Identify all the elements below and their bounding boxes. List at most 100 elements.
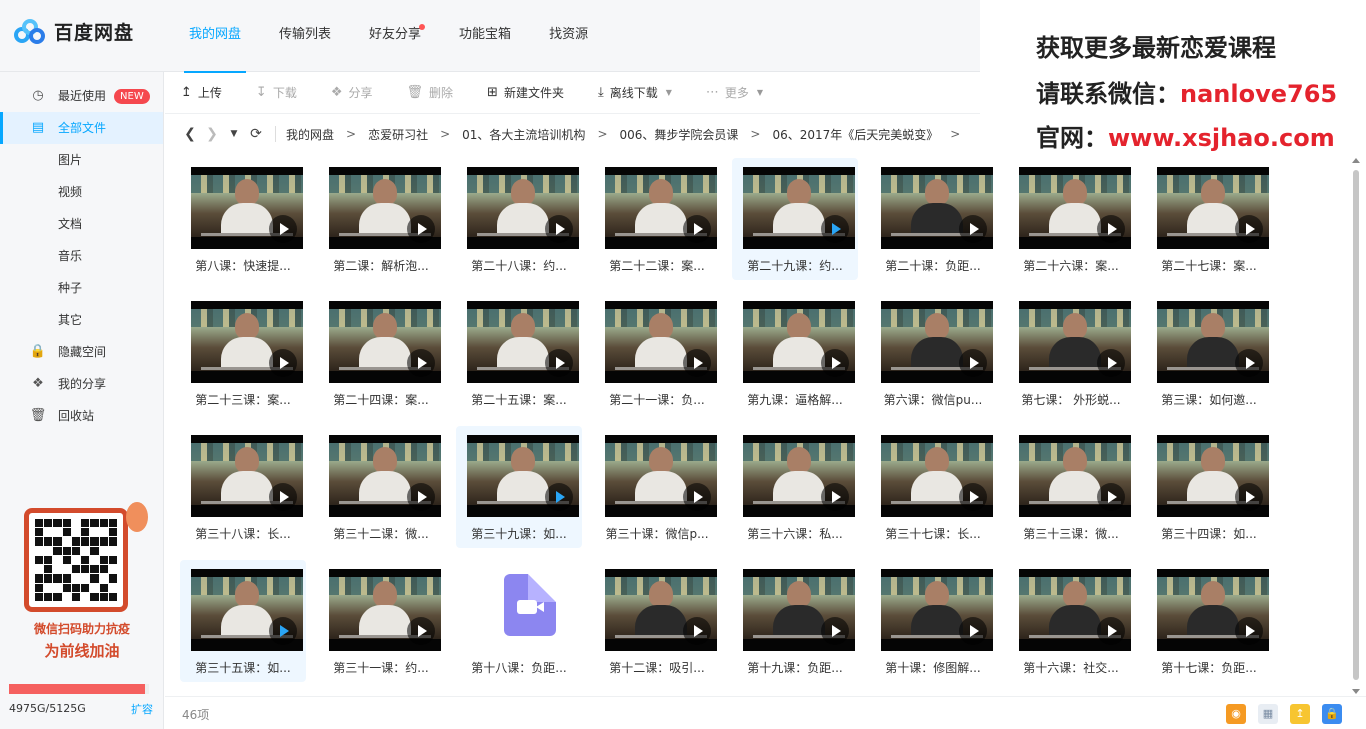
play-icon[interactable] <box>821 617 849 645</box>
file-item[interactable]: 第三十课：微信p... <box>594 426 720 548</box>
play-icon[interactable] <box>1235 349 1263 377</box>
tab-transfer-list[interactable]: 传输列表 <box>260 0 350 72</box>
file-item[interactable]: 第三十五课：如... <box>180 560 306 682</box>
file-item[interactable]: 第三课：如何邀... <box>1146 292 1272 414</box>
file-item[interactable]: 第七课： 外形蜕... <box>1008 292 1134 414</box>
file-item[interactable]: 第三十六课：私... <box>732 426 858 548</box>
file-item[interactable]: 第十七课：负距... <box>1146 560 1272 682</box>
logo[interactable]: 百度网盘 <box>14 18 134 45</box>
file-item[interactable]: 第十六课：社交... <box>1008 560 1134 682</box>
play-icon[interactable] <box>683 617 711 645</box>
history-dropdown-icon[interactable]: ▼ <box>223 129 245 139</box>
file-item[interactable]: 第九课：逼格解... <box>732 292 858 414</box>
play-icon[interactable] <box>1235 215 1263 243</box>
scrollbar[interactable] <box>1350 158 1362 694</box>
upload-queue-icon[interactable]: ↥ <box>1290 704 1310 724</box>
promo-banner[interactable]: 微信扫码助力抗疫 为前线加油 <box>10 502 154 662</box>
task-icon[interactable]: ◉ <box>1226 704 1246 724</box>
file-item[interactable]: 第二课：解析泡... <box>318 158 444 280</box>
sidebar-item-music[interactable]: 音乐 <box>0 240 163 272</box>
play-icon[interactable] <box>407 483 435 511</box>
play-icon[interactable] <box>407 215 435 243</box>
file-item[interactable]: 第十九课：负距... <box>732 560 858 682</box>
sidebar-item-hidden-space[interactable]: 🔒 隐藏空间 <box>0 336 163 368</box>
lock-icon[interactable]: 🔒 <box>1322 704 1342 724</box>
play-icon[interactable] <box>821 215 849 243</box>
file-item[interactable]: 第二十八课：约... <box>456 158 582 280</box>
play-icon[interactable] <box>683 215 711 243</box>
file-item[interactable]: 第三十九课：如... <box>456 426 582 548</box>
grid-apps-icon[interactable]: ▦ <box>1258 704 1278 724</box>
sidebar-item-recent[interactable]: ◷ 最近使用 NEW <box>0 80 163 112</box>
play-icon[interactable] <box>407 349 435 377</box>
file-item[interactable]: 第二十课：负距... <box>870 158 996 280</box>
offline-download-button[interactable]: ⤓ 离线下载 ▼ <box>598 84 672 101</box>
play-icon[interactable] <box>1097 215 1125 243</box>
file-item[interactable]: 第二十三课：案... <box>180 292 306 414</box>
file-item[interactable]: 第三十八课：长... <box>180 426 306 548</box>
file-item[interactable]: 第二十六课：案... <box>1008 158 1134 280</box>
sidebar-item-recycle-bin[interactable]: 🗑 回收站 <box>0 400 163 432</box>
file-item[interactable]: 第三十三课：微... <box>1008 426 1134 548</box>
tab-friend-share[interactable]: 好友分享 <box>350 0 440 72</box>
sidebar-item-torrents[interactable]: 种子 <box>0 272 163 304</box>
file-item[interactable]: 第三十七课：长... <box>870 426 996 548</box>
play-icon[interactable] <box>269 215 297 243</box>
play-icon[interactable] <box>1097 617 1125 645</box>
file-item[interactable]: 第十课：修图解... <box>870 560 996 682</box>
upload-button[interactable]: ↥ 上传 <box>181 84 222 101</box>
sidebar-item-other[interactable]: 其它 <box>0 304 163 336</box>
file-item[interactable]: 第二十一课：负... <box>594 292 720 414</box>
refresh-icon[interactable]: ⟳ <box>245 126 267 142</box>
play-icon[interactable] <box>407 617 435 645</box>
play-icon[interactable] <box>269 483 297 511</box>
play-icon[interactable] <box>545 483 573 511</box>
file-item[interactable]: 第二十五课：案... <box>456 292 582 414</box>
expand-storage-link[interactable]: 扩容 <box>131 701 153 717</box>
sidebar-item-docs[interactable]: 文档 <box>0 208 163 240</box>
forward-icon[interactable]: ❯ <box>201 126 223 142</box>
breadcrumb-item[interactable]: 我的网盘 <box>286 126 334 143</box>
tab-toolbox[interactable]: 功能宝箱 <box>440 0 530 72</box>
breadcrumb-item[interactable]: 恋爱研习社 <box>368 126 428 143</box>
file-item[interactable]: 第三十四课：如... <box>1146 426 1272 548</box>
scrollbar-thumb[interactable] <box>1353 170 1359 680</box>
breadcrumb-item[interactable]: 006、舞步学院会员课 <box>620 126 739 143</box>
file-item[interactable]: 第三十一课：约... <box>318 560 444 682</box>
share-button[interactable]: ❖ 分享 <box>331 84 373 101</box>
file-item[interactable]: 第十二课：吸引... <box>594 560 720 682</box>
sidebar-item-images[interactable]: 图片 <box>0 144 163 176</box>
back-icon[interactable]: ❮ <box>179 126 201 142</box>
play-icon[interactable] <box>959 483 987 511</box>
tab-my-netdisk[interactable]: 我的网盘 <box>170 0 260 73</box>
breadcrumb-item[interactable]: 01、各大主流培训机构 <box>462 126 585 143</box>
play-icon[interactable] <box>269 617 297 645</box>
delete-button[interactable]: 🗑 删除 <box>407 84 454 101</box>
file-item[interactable]: 第八课：快速提... <box>180 158 306 280</box>
download-button[interactable]: ↧ 下载 <box>256 84 297 101</box>
new-folder-button[interactable]: ⊞ 新建文件夹 <box>487 84 564 101</box>
file-item[interactable]: 第二十二课：案... <box>594 158 720 280</box>
scroll-down-icon[interactable] <box>1352 689 1360 694</box>
play-icon[interactable] <box>545 215 573 243</box>
sidebar-item-my-shares[interactable]: ❖ 我的分享 <box>0 368 163 400</box>
scroll-up-icon[interactable] <box>1352 158 1360 163</box>
play-icon[interactable] <box>821 349 849 377</box>
file-item[interactable]: 第十八课：负距... <box>456 560 582 682</box>
file-item[interactable]: 第二十九课：约... <box>732 158 858 280</box>
tab-find-resources[interactable]: 找资源 <box>530 0 607 72</box>
play-icon[interactable] <box>683 483 711 511</box>
play-icon[interactable] <box>959 215 987 243</box>
play-icon[interactable] <box>959 617 987 645</box>
play-icon[interactable] <box>821 483 849 511</box>
sidebar-item-all-files[interactable]: ▤ 全部文件 <box>0 112 163 144</box>
play-icon[interactable] <box>1097 483 1125 511</box>
play-icon[interactable] <box>1235 483 1263 511</box>
file-item[interactable]: 第六课：微信pu... <box>870 292 996 414</box>
play-icon[interactable] <box>683 349 711 377</box>
sidebar-item-videos[interactable]: 视频 <box>0 176 163 208</box>
file-item[interactable]: 第二十四课：案... <box>318 292 444 414</box>
play-icon[interactable] <box>269 349 297 377</box>
more-button[interactable]: ⋯ 更多 ▼ <box>706 84 763 101</box>
play-icon[interactable] <box>545 349 573 377</box>
